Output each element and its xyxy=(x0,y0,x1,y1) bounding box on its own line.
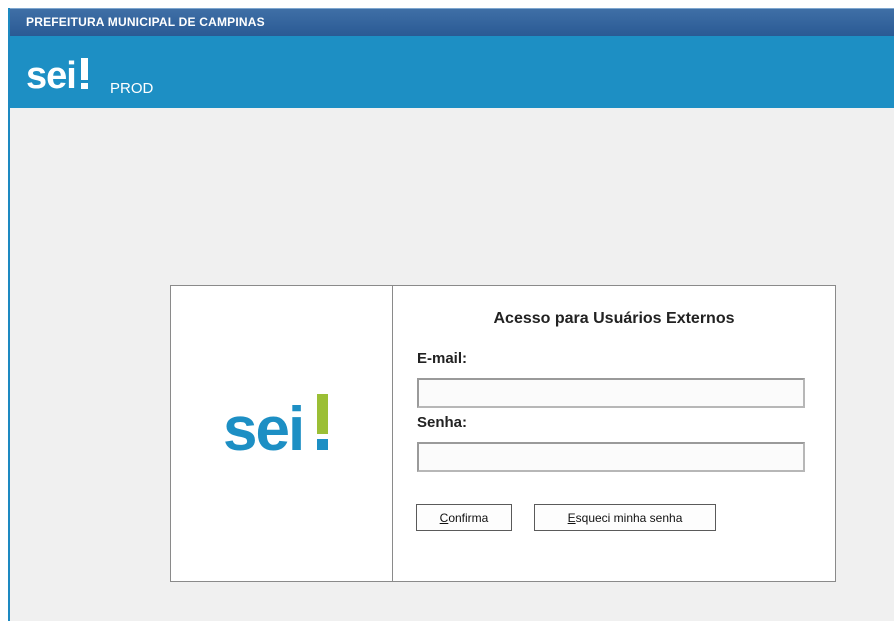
environment-label: PROD xyxy=(110,80,154,97)
logo-panel: sei xyxy=(171,286,393,581)
sei-logo-large-icon: sei xyxy=(223,394,328,464)
password-field[interactable] xyxy=(417,442,805,472)
top-bar: PREFEITURA MUNICIPAL DE CAMPINAS xyxy=(10,8,894,36)
login-form: Acesso para Usuários Externos E-mail: Se… xyxy=(393,286,835,581)
forgot-access-key: E xyxy=(567,510,576,525)
org-name: PREFEITURA MUNICIPAL DE CAMPINAS xyxy=(26,15,265,29)
app-frame: PREFEITURA MUNICIPAL DE CAMPINAS sei PRO… xyxy=(8,8,894,621)
form-title: Acesso para Usuários Externos xyxy=(493,310,735,327)
login-box: sei Acesso para Usuários Externos E-mail… xyxy=(170,285,836,582)
email-label: E-mail: xyxy=(417,350,468,367)
confirm-button[interactable]: Confirma xyxy=(416,504,512,531)
confirm-label-rest: onfirma xyxy=(448,510,489,525)
forgot-password-button[interactable]: Esqueci minha senha xyxy=(534,504,716,531)
sei-logo-small-icon: sei xyxy=(26,55,88,97)
email-field[interactable] xyxy=(417,378,805,408)
password-label: Senha: xyxy=(417,414,468,431)
svg-text:sei: sei xyxy=(223,395,303,464)
brand-bar: sei PROD xyxy=(10,36,894,108)
svg-text:sei: sei xyxy=(26,55,76,97)
forgot-label-rest: squeci minha senha xyxy=(575,510,683,525)
